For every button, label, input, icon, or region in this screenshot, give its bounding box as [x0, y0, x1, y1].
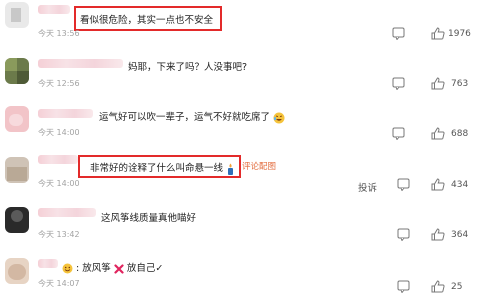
- comment-row: 非常好的诠释了什么叫命悬一线 评论配图 今天 14:00 投诉 434: [0, 150, 480, 200]
- like-count: 364: [451, 230, 469, 240]
- comment-body: 非常好的诠释了什么叫命悬一线: [90, 163, 224, 174]
- candle-emoji-icon: [228, 163, 234, 175]
- comment-time: 今天 13:56: [38, 29, 80, 38]
- like-count: 434: [451, 180, 469, 190]
- like-count: 763: [451, 79, 469, 89]
- reply-icon[interactable]: [392, 77, 405, 90]
- like-icon[interactable]: [431, 27, 445, 40]
- username-blurred[interactable]: [38, 59, 123, 68]
- comment-row: 看似很危险，其实一点也不安全 今天 13:56 1976: [0, 0, 480, 50]
- like-count: 1976: [448, 29, 471, 39]
- username-blurred[interactable]: [38, 109, 93, 118]
- username-blurred[interactable]: [38, 208, 96, 217]
- comment-time: 今天 12:56: [38, 79, 80, 88]
- check-mark: ✓: [155, 263, 164, 274]
- comment-time: 今天 14:00: [38, 179, 80, 188]
- comment-row: 这风筝线质量真他喵好 今天 13:42 364: [0, 200, 480, 250]
- comment-text: 运气好可以吹一辈子，运气不好就吃席了: [99, 109, 285, 124]
- avatar[interactable]: [5, 207, 29, 233]
- report-option[interactable]: 投诉: [358, 180, 377, 194]
- comment-row: 运气好可以吹一辈子，运气不好就吃席了 今天 14:00 688: [0, 100, 480, 150]
- comment-row: : 放风筝 放自己✓ 今天 14:07 25: [0, 250, 480, 295]
- comment-text: 非常好的诠释了什么叫命悬一线: [90, 160, 235, 175]
- like-icon[interactable]: [431, 127, 445, 140]
- comment-text: : 放风筝 放自己✓: [62, 260, 163, 274]
- reply-icon[interactable]: [397, 178, 410, 191]
- reply-icon[interactable]: [397, 280, 410, 293]
- cross-mark-icon: [114, 263, 124, 274]
- smiley-emoji-icon: [62, 263, 73, 274]
- username-blurred[interactable]: [38, 155, 78, 164]
- comment-part-b: 放自己: [126, 263, 156, 274]
- comment-part-a: 放风筝: [82, 263, 111, 274]
- like-icon[interactable]: [431, 178, 445, 191]
- comment-time: 今天 14:00: [38, 128, 80, 137]
- comment-body: 运气好可以吹一辈子，运气不好就吃席了: [99, 112, 271, 123]
- like-count: 25: [451, 282, 463, 292]
- comment-text: 这风筝线质量真他喵好: [101, 213, 197, 224]
- avatar[interactable]: [5, 58, 29, 84]
- comment-time: 今天 14:07: [38, 279, 80, 288]
- comment-time: 今天 13:42: [38, 230, 80, 239]
- reply-icon[interactable]: [392, 127, 405, 140]
- comment-text: 看似很危险，其实一点也不安全: [80, 15, 214, 26]
- avatar[interactable]: [5, 258, 29, 284]
- comment-image-link[interactable]: 评论配图: [242, 160, 276, 172]
- comment-text: 妈耶，下来了吗？人没事吧?: [128, 62, 248, 73]
- avatar[interactable]: [5, 106, 29, 132]
- username-blurred[interactable]: [38, 259, 58, 268]
- laughing-emoji-icon: [273, 112, 285, 123]
- like-count: 688: [451, 129, 469, 139]
- avatar[interactable]: [5, 157, 29, 183]
- comment-row: 妈耶，下来了吗？人没事吧? 今天 12:56 763: [0, 50, 480, 100]
- reply-icon[interactable]: [397, 228, 410, 241]
- like-icon[interactable]: [431, 228, 445, 241]
- avatar[interactable]: [5, 2, 29, 28]
- username-blurred[interactable]: [38, 5, 70, 14]
- like-icon[interactable]: [431, 280, 445, 293]
- like-icon[interactable]: [431, 77, 445, 90]
- reply-icon[interactable]: [392, 27, 405, 40]
